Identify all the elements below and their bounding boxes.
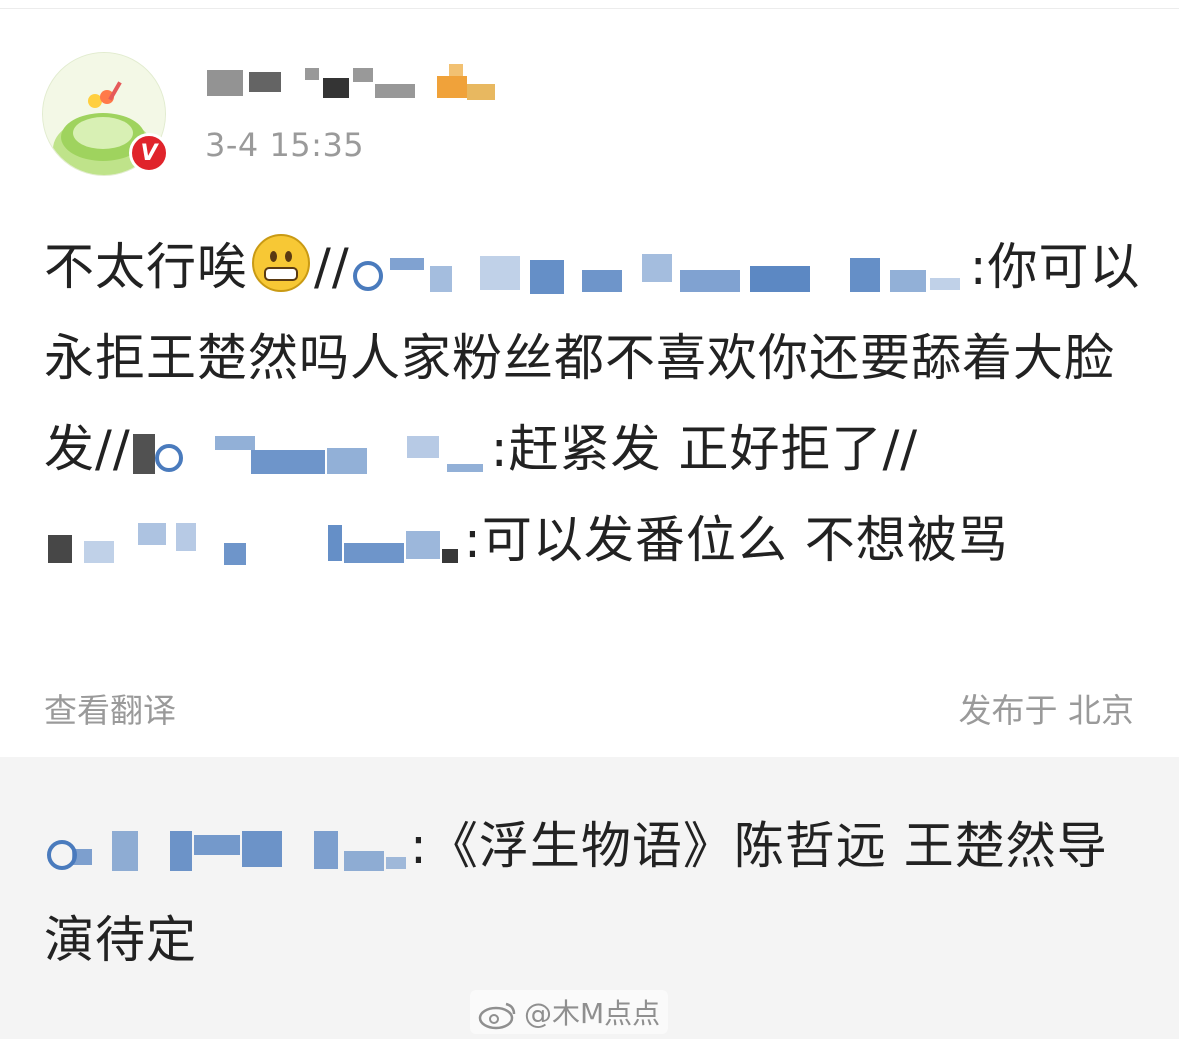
mention-link-redacted[interactable] (44, 827, 410, 873)
repost-separator: // (882, 420, 919, 478)
mention-link-redacted[interactable] (44, 521, 464, 567)
repost-separator: // (314, 238, 350, 296)
mention-link-redacted[interactable] (131, 430, 491, 476)
username-redacted[interactable] (205, 62, 500, 108)
verified-badge-icon: V (129, 133, 169, 173)
repost-separator: // (95, 420, 131, 478)
post-text: 不太行唉// :你可以永拒王楚然吗人家粉丝都不喜欢你还要舔着大脸发// :赶紧发… (44, 222, 1149, 586)
watermark-text: @木M点点 (524, 997, 661, 1030)
weibo-logo-icon (478, 1002, 516, 1030)
top-divider (0, 8, 1179, 9)
mention-link-redacted[interactable] (350, 248, 970, 294)
post-time: 3-4 15:35 (205, 126, 365, 164)
watermark: @木M点点 (470, 990, 669, 1034)
quoted-text: :《浮生物语》陈哲远 王楚然导演待定 (44, 799, 1144, 987)
text-segment: :可以发番位么 不想被骂 (464, 511, 1009, 569)
grimacing-face-icon (252, 234, 310, 292)
text-segment: :赶紧发 正好拒了 (490, 420, 883, 478)
post-location: 发布于 北京 (958, 691, 1135, 730)
translate-link[interactable]: 查看翻译 (44, 684, 176, 732)
text-segment: 不太行唉 (44, 238, 248, 296)
